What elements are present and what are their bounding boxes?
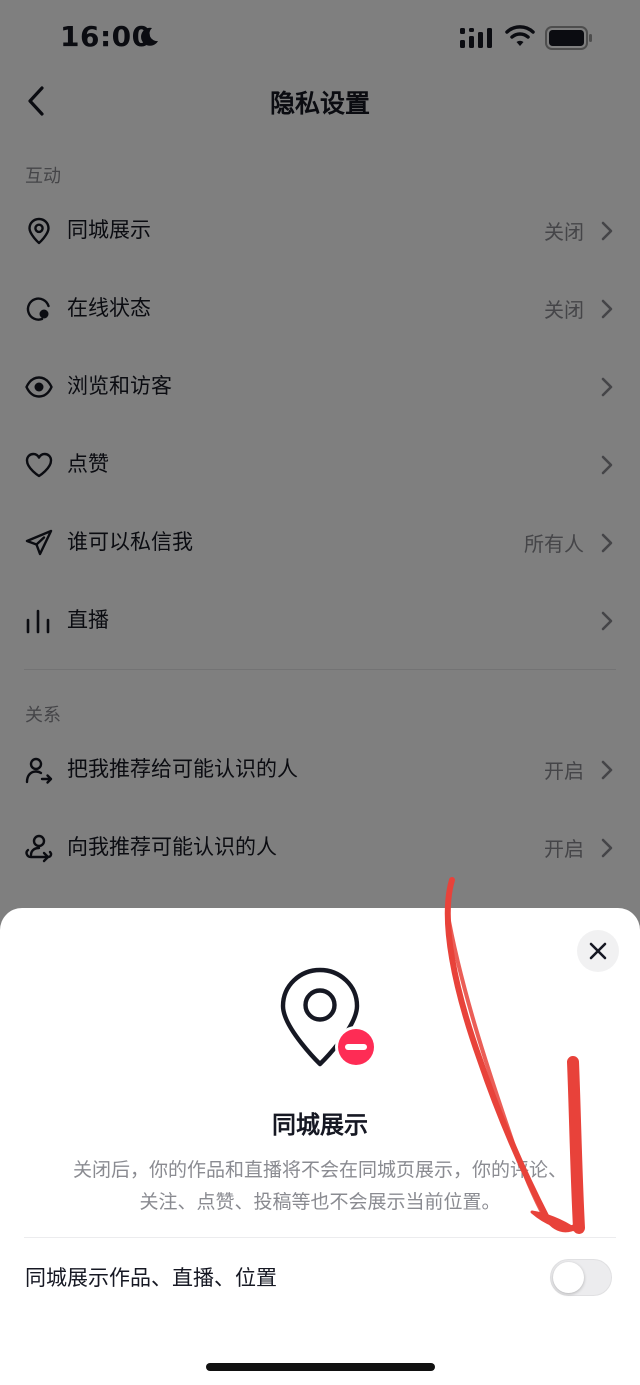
sheet-description: 关闭后，你的作品和直播将不会在同城页展示，你的评论、 关注、点赞、投稿等也不会展…	[72, 1159, 567, 1213]
close-button[interactable]	[577, 930, 619, 972]
bottom-sheet: 同城展示 关闭后，你的作品和直播将不会在同城页展示，你的评论、 关注、点赞、投稿…	[0, 908, 640, 1385]
close-icon	[589, 942, 607, 960]
location-off-icon	[280, 967, 377, 1068]
home-indicator	[206, 1363, 435, 1371]
toggle-label: 同城展示作品、直播、位置	[25, 1266, 277, 1290]
toggle-knob	[553, 1262, 584, 1293]
sheet-divider	[24, 1237, 616, 1238]
local-display-toggle[interactable]	[550, 1259, 612, 1296]
sheet-title: 同城展示	[272, 1111, 368, 1139]
